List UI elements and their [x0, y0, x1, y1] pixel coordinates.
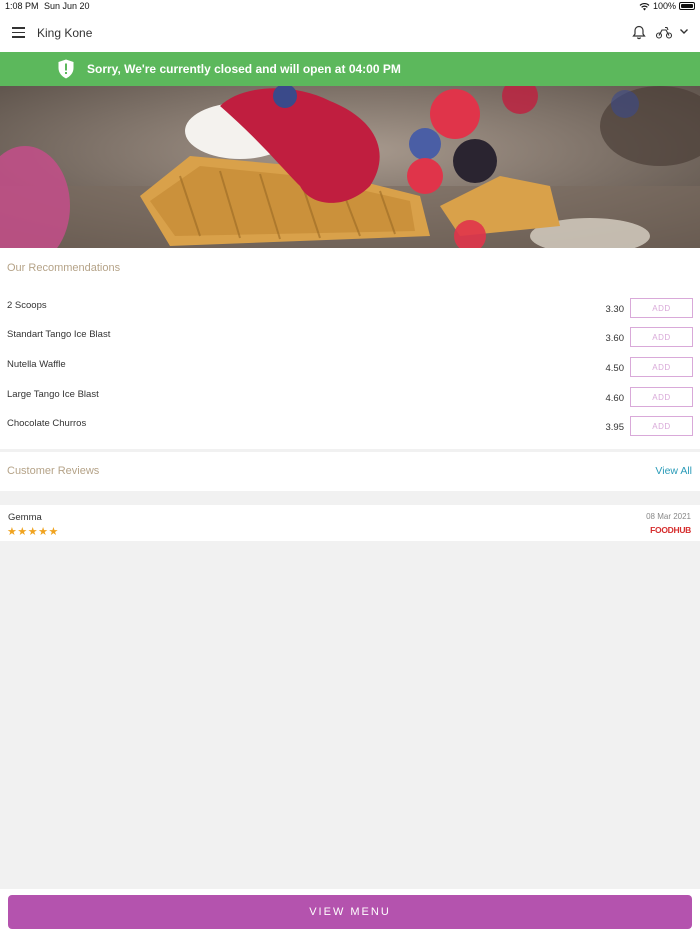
reviewer-name: Gemma	[8, 512, 42, 523]
item-name: 2 Scoops	[7, 300, 47, 311]
hamburger-menu-icon[interactable]	[12, 27, 25, 38]
wifi-icon	[639, 2, 650, 10]
recommendation-item[interactable]: Nutella Waffle 4.50 ADD	[0, 357, 700, 383]
add-button[interactable]: ADD	[630, 298, 693, 318]
status-time: 1:08 PM	[5, 1, 39, 11]
item-price: 3.95	[605, 422, 625, 433]
item-price: 3.60	[605, 333, 625, 344]
reviews-title: Customer Reviews	[7, 465, 100, 477]
recommendation-item[interactable]: Standart Tango Ice Blast 3.60 ADD	[0, 327, 700, 353]
add-button[interactable]: ADD	[630, 416, 693, 436]
reviews-header: Customer Reviews View All	[0, 452, 700, 491]
add-button[interactable]: ADD	[630, 357, 693, 377]
add-button[interactable]: ADD	[630, 327, 693, 347]
hero-food-image	[0, 86, 700, 248]
battery-icon	[679, 2, 695, 10]
status-bar: 1:08 PM Sun Jun 20 100%	[0, 0, 700, 13]
foodhub-logo: FOODHUB	[650, 525, 691, 535]
star-rating: ★★★★★	[7, 526, 59, 538]
closed-banner: Sorry, We're currently closed and will o…	[0, 52, 700, 86]
waffle-illustration	[0, 86, 700, 248]
chevron-down-icon[interactable]	[679, 28, 689, 35]
shield-alert-icon	[58, 59, 74, 79]
recommendations-title: Our Recommendations	[7, 262, 121, 274]
add-button[interactable]: ADD	[630, 387, 693, 407]
item-price: 3.30	[605, 304, 625, 315]
status-date: Sun Jun 20	[44, 1, 90, 11]
status-right: 100%	[639, 1, 695, 11]
closed-message: Sorry, We're currently closed and will o…	[87, 62, 401, 76]
store-title: King Kone	[37, 26, 93, 40]
item-name: Chocolate Churros	[7, 418, 87, 429]
battery-percent: 100%	[652, 1, 676, 11]
item-price: 4.60	[605, 393, 625, 404]
view-all-link[interactable]: View All	[655, 465, 692, 477]
recommendation-item[interactable]: Large Tango Ice Blast 4.60 ADD	[0, 387, 700, 413]
item-name: Large Tango Ice Blast	[7, 389, 99, 400]
bottom-bar: VIEW MENU	[0, 889, 700, 934]
app-header: King Kone	[0, 13, 700, 52]
recommendation-item[interactable]: Chocolate Churros 3.95 ADD	[0, 416, 700, 442]
recommendation-item[interactable]: 2 Scoops 3.30 ADD	[0, 298, 700, 324]
bell-icon[interactable]	[632, 25, 646, 40]
item-price: 4.50	[605, 363, 625, 374]
recommendations-section: Our Recommendations 2 Scoops 3.30 ADD St…	[0, 248, 700, 449]
review-card[interactable]: Gemma ★★★★★ 08 Mar 2021 FOODHUB	[0, 505, 700, 541]
view-menu-button[interactable]: VIEW MENU	[8, 895, 692, 929]
item-name: Standart Tango Ice Blast	[7, 329, 111, 340]
review-date: 08 Mar 2021	[646, 512, 691, 521]
delivery-scooter-icon[interactable]	[655, 26, 673, 39]
item-name: Nutella Waffle	[7, 359, 66, 370]
